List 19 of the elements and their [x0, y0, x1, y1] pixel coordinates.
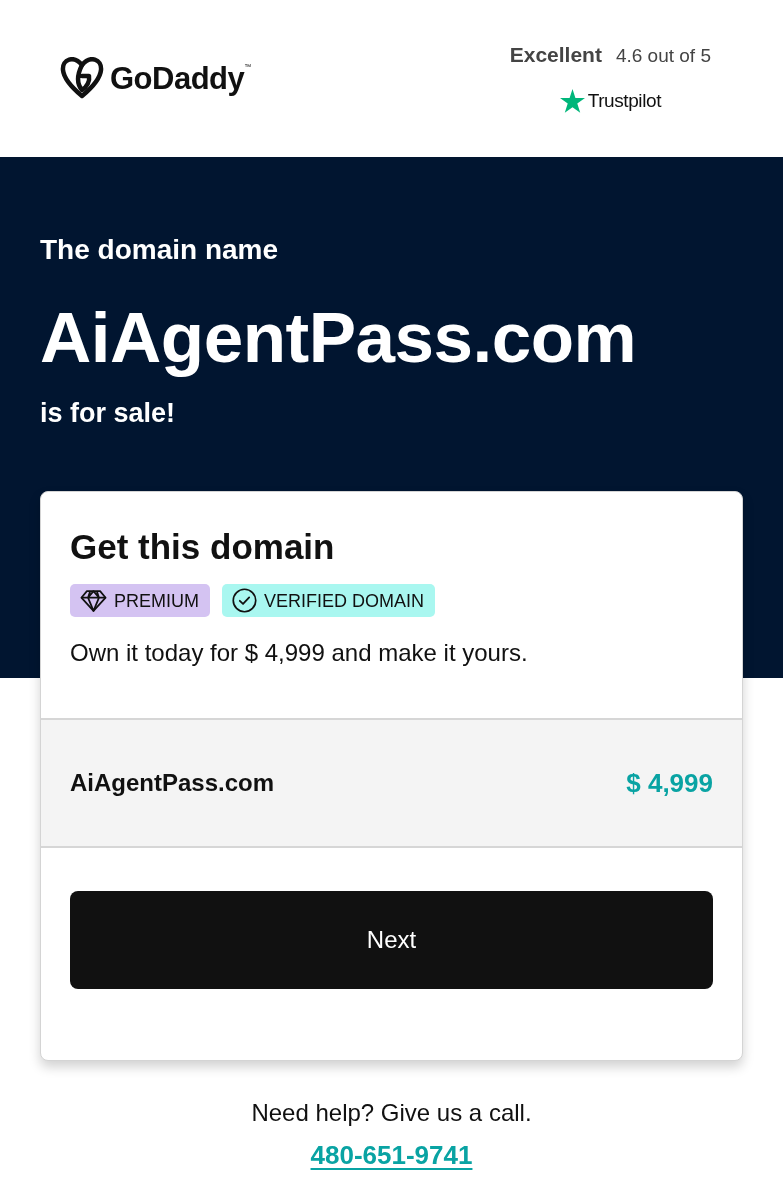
tag-label: PREMIUM	[114, 591, 199, 610]
card-title: Get this domain	[70, 526, 336, 568]
hero-intro: The domain name	[40, 233, 280, 267]
domain-name-heading: AiAgentPass.com	[40, 297, 638, 379]
check-circle-icon	[232, 588, 257, 613]
star-icon	[559, 89, 585, 113]
rating-label: Excellent	[509, 42, 602, 68]
domain-name: AiAgentPass.com	[70, 769, 275, 797]
domain-price: $ 4,999	[626, 767, 713, 799]
rating-score: 4.6 out of 5	[615, 44, 711, 68]
next-button[interactable]: Next	[70, 891, 713, 989]
rating-provider: Trustpilot	[587, 89, 662, 113]
logo-wordmark: GoDaddy	[110, 62, 245, 94]
price-description: Own it today for $ 4,999 and make it yours.	[70, 638, 529, 668]
diamond-icon	[80, 589, 107, 612]
hero-outro: is for sale!	[40, 397, 177, 430]
tag-label: VERIFIED DOMAIN	[264, 591, 424, 610]
help-text: Need help? Give us a call.	[251, 1098, 532, 1128]
heart-loop-icon	[60, 57, 104, 99]
